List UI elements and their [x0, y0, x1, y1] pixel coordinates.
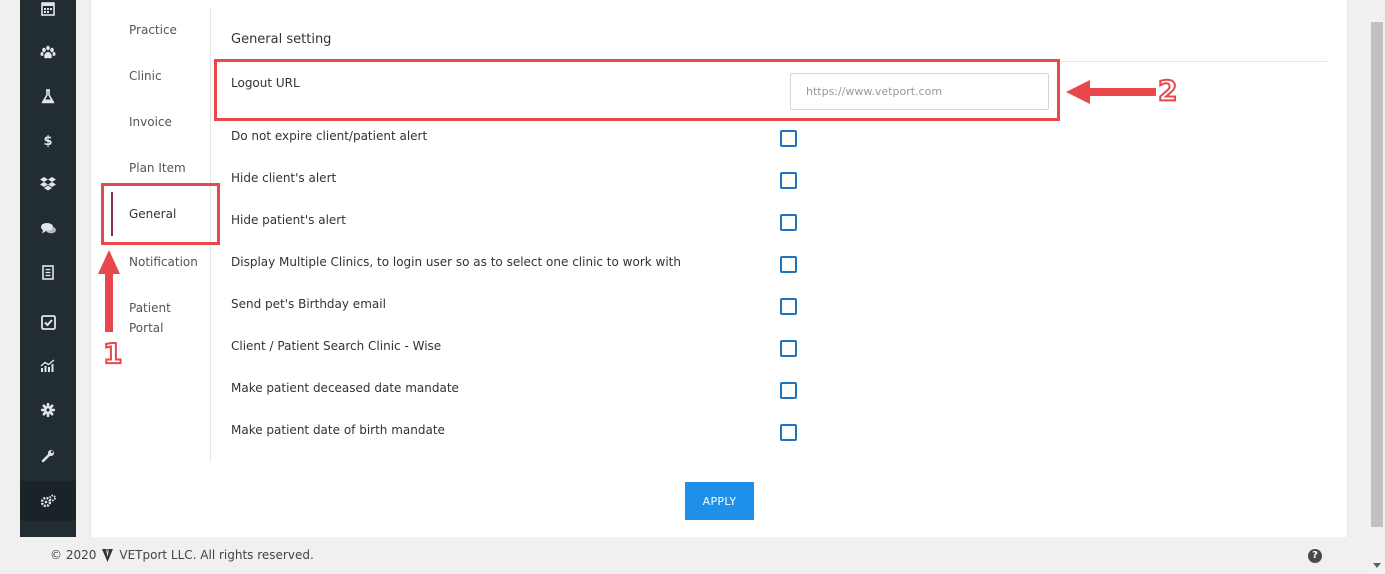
annotation-highlight-general-tab	[101, 183, 220, 245]
option-label-hide-client-alert: Hide client's alert	[231, 171, 337, 185]
section-title: General setting	[231, 32, 332, 47]
scroll-down-arrow-icon[interactable]	[1373, 563, 1381, 568]
option-label-birthday-email: Send pet's Birthday email	[231, 297, 386, 311]
main-sidebar: $	[20, 0, 76, 537]
tab-patient-portal[interactable]: Patient Portal	[129, 298, 189, 338]
tab-notification[interactable]: Notification	[129, 252, 198, 272]
flask-icon[interactable]	[20, 76, 76, 116]
gear-icon[interactable]	[20, 390, 76, 430]
comments-icon[interactable]	[20, 208, 76, 248]
footer-copyright-year: © 2020	[50, 548, 97, 562]
vertical-scrollbar[interactable]	[1369, 0, 1385, 574]
option-label-search-clinic-wise: Client / Patient Search Clinic - Wise	[231, 339, 442, 353]
chart-icon[interactable]	[20, 346, 76, 386]
checkbox-hide-patient-alert[interactable]	[780, 214, 797, 231]
checkbox-hide-client-alert[interactable]	[780, 172, 797, 189]
apply-button[interactable]: APPLY	[685, 482, 754, 520]
tab-clinic[interactable]: Clinic	[129, 66, 162, 86]
option-label-multiple-clinics: Display Multiple Clinics, to login user …	[231, 255, 681, 269]
vetport-logo-icon	[102, 548, 114, 562]
receipt-icon[interactable]	[20, 252, 76, 292]
content-margin	[1349, 0, 1369, 537]
page-footer: © 2020 VETport LLC. All rights reserved.…	[0, 537, 1369, 574]
checkbox-deceased-date-mandate[interactable]	[780, 382, 797, 399]
tab-plan-item[interactable]: Plan Item	[129, 158, 186, 178]
checkbox-search-clinic-wise[interactable]	[780, 340, 797, 357]
svg-text:$: $	[43, 134, 52, 148]
footer-company: VETport LLC. All rights reserved.	[119, 548, 314, 562]
help-icon[interactable]: ?	[1308, 549, 1322, 563]
checkbox-dob-mandate[interactable]	[780, 424, 797, 441]
dropbox-icon[interactable]	[20, 164, 76, 204]
cogs-icon[interactable]	[20, 481, 76, 521]
wrench-icon[interactable]	[20, 436, 76, 476]
option-label-deceased-date-mandate: Make patient deceased date mandate	[231, 381, 459, 395]
option-label-hide-patient-alert: Hide patient's alert	[231, 213, 346, 227]
footer-copyright: © 2020 VETport LLC. All rights reserved.	[50, 548, 314, 562]
annotation-number-1: 1	[102, 336, 124, 371]
check-square-icon[interactable]	[20, 302, 76, 342]
annotation-arrow-left-icon	[1066, 80, 1156, 104]
option-label-no-expire-alert: Do not expire client/patient alert	[231, 129, 428, 143]
paw-icon[interactable]	[20, 32, 76, 72]
checkbox-birthday-email[interactable]	[780, 298, 797, 315]
dollar-icon[interactable]: $	[20, 120, 76, 160]
checkbox-multiple-clinics[interactable]	[780, 256, 797, 273]
tab-invoice[interactable]: Invoice	[129, 112, 172, 132]
tab-practice[interactable]: Practice	[129, 20, 177, 40]
annotation-number-2: 2	[1157, 73, 1179, 108]
scrollbar-thumb[interactable]	[1371, 22, 1383, 527]
checkbox-no-expire-alert[interactable]	[780, 130, 797, 147]
content-gutter	[76, 0, 90, 537]
annotation-highlight-logout-url	[214, 59, 1060, 121]
calendar-icon[interactable]	[20, 0, 76, 28]
option-label-dob-mandate: Make patient date of birth mandate	[231, 423, 445, 437]
annotation-arrow-up-icon	[98, 250, 120, 332]
page-edge	[0, 0, 20, 574]
